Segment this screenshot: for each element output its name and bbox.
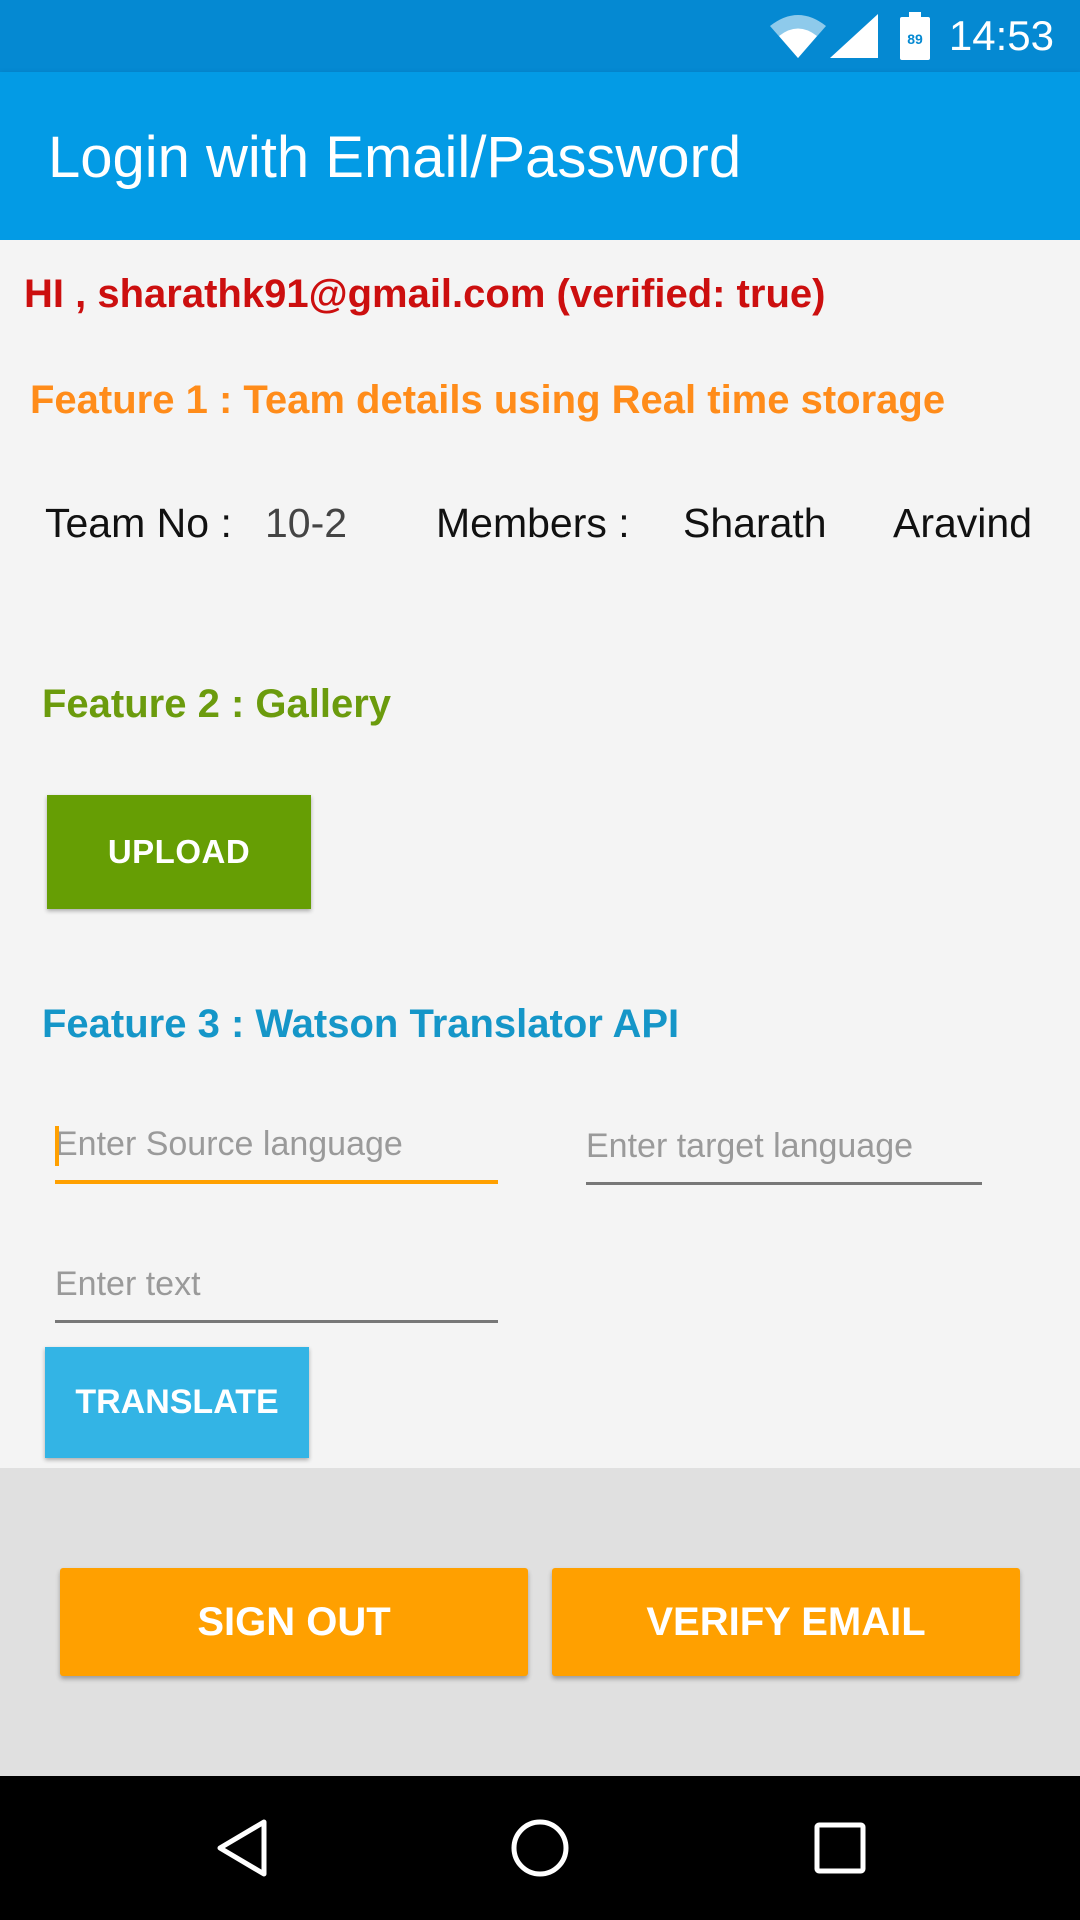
member-name-1: Sharath — [683, 500, 827, 546]
home-icon[interactable] — [508, 1816, 572, 1880]
sign-out-button[interactable]: SIGN OUT — [60, 1568, 528, 1676]
navigation-bar — [0, 1776, 1080, 1920]
member-name-2: Aravind — [893, 500, 1033, 546]
target-language-placeholder: Enter target language — [586, 1127, 914, 1165]
signal-icon — [830, 14, 878, 58]
back-icon[interactable] — [210, 1816, 274, 1880]
translate-button[interactable]: TRANSLATE — [45, 1347, 309, 1458]
greeting-text: HI , sharathk91@gmail.com (verified: tru… — [24, 272, 826, 316]
source-language-input[interactable]: Enter Source language — [55, 1116, 498, 1184]
page-title: Login with Email/Password — [48, 125, 742, 190]
text-input[interactable]: Enter text — [55, 1256, 498, 1323]
team-number-value: 10-2 — [265, 500, 348, 546]
bottom-action-panel: SIGN OUT VERIFY EMAIL — [0, 1468, 1080, 1776]
feature1-title: Feature 1 : Team details using Real time… — [30, 378, 946, 422]
battery-icon: 89 — [900, 12, 930, 60]
team-number-label: Team No : — [45, 500, 232, 546]
app-bar: Login with Email/Password — [0, 72, 1080, 240]
recents-icon[interactable] — [808, 1816, 872, 1880]
feature3-title: Feature 3 : Watson Translator API — [42, 1002, 680, 1046]
feature2-title: Feature 2 : Gallery — [42, 682, 392, 726]
battery-level-text: 89 — [907, 31, 923, 47]
status-clock: 14:53 — [948, 12, 1054, 59]
source-language-placeholder: Enter Source language — [55, 1125, 403, 1163]
upload-button[interactable]: UPLOAD — [47, 795, 311, 909]
target-language-input[interactable]: Enter target language — [586, 1118, 982, 1185]
main-content: HI , sharathk91@gmail.com (verified: tru… — [0, 240, 1080, 1468]
status-bar: 89 14:53 — [0, 0, 1080, 72]
text-input-placeholder: Enter text — [55, 1265, 201, 1303]
wifi-icon — [770, 15, 826, 58]
verify-email-button[interactable]: VERIFY EMAIL — [552, 1568, 1020, 1676]
members-label: Members : — [436, 500, 630, 546]
text-cursor — [55, 1126, 59, 1166]
